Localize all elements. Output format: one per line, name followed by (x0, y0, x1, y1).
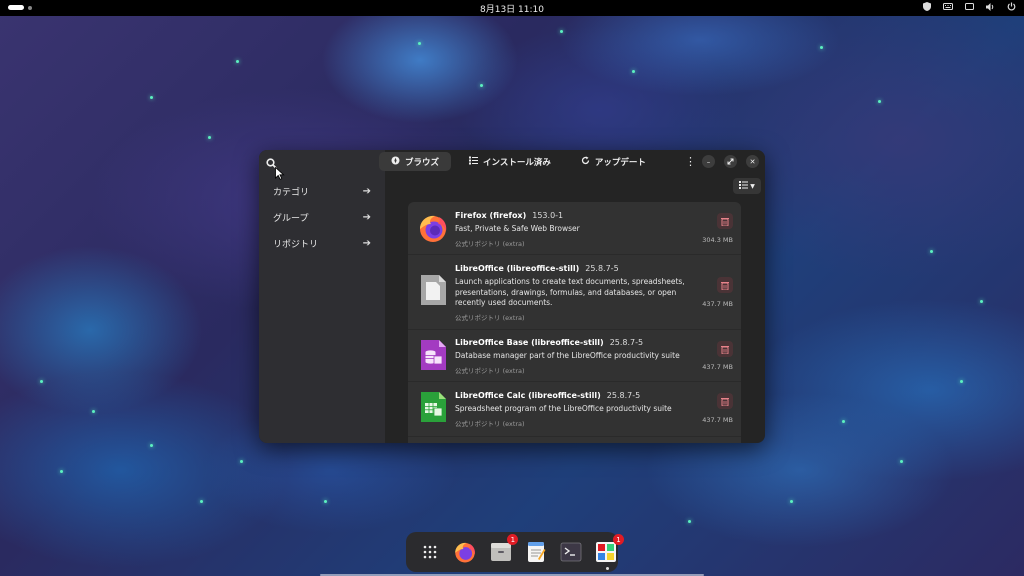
sidebar: カテゴリ ➔ グループ ➔ リポジトリ ➔ (259, 150, 385, 443)
window-controls: ⋮ – ✕ (685, 155, 759, 168)
app-repository: 公式リポジトリ (extra) (455, 313, 525, 322)
app-version: 25.8.7-5 (609, 338, 644, 347)
list-item[interactable]: LibreOffice Calc (libreoffice-still) 25.8… (408, 382, 741, 437)
maximize-icon[interactable] (724, 155, 737, 168)
dock: 1 1 (406, 532, 625, 572)
arrow-right-icon: ➔ (362, 185, 371, 197)
app-title: LibreOffice (libreoffice-still) 25.8.7-5 (455, 264, 695, 274)
app-info: LibreOffice Base (libreoffice-still) 25.8… (455, 338, 695, 375)
app-list: Firefox (firefox) 153.0-1 Fast, Private &… (408, 202, 741, 443)
chevron-down-icon: ▼ (750, 182, 755, 190)
file-manager-icon[interactable]: 1 (489, 534, 519, 564)
software-icon[interactable]: 1 (595, 534, 625, 570)
software-window: カテゴリ ➔ グループ ➔ リポジトリ ➔ ブラウズ インストール済み アップデ… (259, 150, 765, 443)
main-menu-icon[interactable]: ⋮ (685, 155, 696, 168)
app-size: 437.7 MB (702, 416, 733, 424)
terminal-icon[interactable] (560, 540, 583, 564)
app-version: 25.8.7-5 (606, 391, 641, 400)
remove-button[interactable] (717, 277, 733, 293)
list-item[interactable]: Firefox (firefox) 153.0-1 Fast, Private &… (408, 202, 741, 255)
tab-installed[interactable]: インストール済み (457, 152, 563, 171)
app-title: LibreOffice Calc (libreoffice-still) 25.8… (455, 391, 695, 401)
sidebar-item-label: カテゴリ (273, 187, 310, 198)
app-version: 153.0-1 (532, 211, 564, 220)
view-switcher: ブラウズ インストール済み アップデート (379, 152, 658, 171)
app-size: 304.3 MB (702, 236, 733, 244)
trash-icon (721, 397, 729, 406)
app-description: Database manager part of the LibreOffice… (455, 351, 680, 360)
list-icon (469, 156, 479, 167)
arrow-right-icon: ➔ (362, 211, 371, 223)
top-bar: 8月13日 11:10 (0, 0, 1024, 16)
volume-icon[interactable] (986, 2, 995, 14)
text-editor-icon[interactable] (524, 540, 547, 564)
tab-browse[interactable]: ブラウズ (379, 152, 452, 171)
list-item[interactable]: LibreOffice (libreoffice-still) 25.8.7-5 … (408, 255, 741, 330)
firefox-icon[interactable] (453, 540, 477, 564)
list-view-icon (739, 181, 749, 191)
tab-label: インストール済み (483, 157, 551, 168)
remove-button[interactable] (717, 213, 733, 229)
tab-label: アップデート (594, 157, 646, 168)
tab-updates[interactable]: アップデート (569, 152, 658, 171)
trash-icon (721, 345, 729, 354)
trash-icon (721, 281, 729, 290)
screen-icon[interactable] (965, 2, 974, 14)
keyboard-icon[interactable] (943, 3, 953, 13)
power-icon[interactable] (1007, 2, 1016, 14)
firefox-icon (417, 212, 449, 244)
sidebar-nav: カテゴリ ➔ グループ ➔ リポジトリ ➔ (259, 178, 385, 256)
sidebar-item-label: グループ (273, 213, 309, 224)
close-icon[interactable]: ✕ (746, 155, 759, 168)
notification-badge: 1 (507, 534, 519, 545)
header-bar: ブラウズ インストール済み アップデート ⋮ – ✕ (379, 150, 765, 174)
sidebar-item-repositories[interactable]: リポジトリ ➔ (259, 230, 385, 256)
app-description: Launch applications to create text docum… (455, 277, 685, 307)
app-description: Spreadsheet program of the LibreOffice p… (455, 404, 672, 413)
notification-badge: 1 (613, 534, 625, 545)
app-title: LibreOffice Base (libreoffice-still) 25.8… (455, 338, 695, 348)
refresh-icon (581, 156, 590, 167)
remove-button[interactable] (717, 341, 733, 357)
sidebar-item-groups[interactable]: グループ ➔ (259, 204, 385, 230)
remove-button[interactable] (717, 393, 733, 409)
minimize-icon[interactable]: – (702, 155, 715, 168)
app-name: LibreOffice Calc (libreoffice-still) (455, 391, 601, 400)
libreoffice-base-icon (417, 339, 449, 371)
app-description: Fast, Private & Safe Web Browser (455, 224, 580, 233)
clock[interactable]: 8月13日 11:10 (0, 2, 1024, 15)
app-version: 25.8.7-5 (585, 264, 619, 273)
app-repository: 公式リポジトリ (extra) (455, 366, 525, 375)
app-info: LibreOffice (libreoffice-still) 25.8.7-5 … (455, 264, 695, 322)
app-name: LibreOffice (libreoffice-still) (455, 264, 580, 273)
tab-label: ブラウズ (405, 157, 440, 168)
trash-icon (721, 217, 729, 226)
app-repository: 公式リポジトリ (extra) (455, 239, 525, 248)
app-info: Firefox (firefox) 153.0-1 Fast, Private &… (455, 211, 695, 248)
privacy-icon[interactable] (923, 2, 931, 14)
libreoffice-calc-icon (417, 391, 449, 423)
sidebar-item-label: リポジトリ (273, 239, 319, 250)
compass-icon (391, 156, 400, 167)
app-name: LibreOffice Base (libreoffice-still) (455, 338, 604, 347)
app-grid-icon[interactable] (418, 540, 441, 564)
app-repository: 公式リポジトリ (extra) (455, 419, 525, 428)
libreoffice-icon (417, 274, 449, 306)
app-info: LibreOffice Calc (libreoffice-still) 25.8… (455, 391, 695, 428)
list-item[interactable]: LibreOffice Base (libreoffice-still) 25.8… (408, 330, 741, 382)
mouse-cursor-icon (275, 165, 285, 184)
app-size: 437.7 MB (702, 363, 733, 371)
app-title: Firefox (firefox) 153.0-1 (455, 211, 695, 221)
arrow-right-icon: ➔ (362, 237, 371, 249)
running-indicator (605, 567, 609, 570)
view-mode-button[interactable]: ▼ (733, 178, 761, 194)
app-name: Firefox (firefox) (455, 211, 527, 220)
system-tray[interactable] (923, 2, 1016, 14)
app-size: 437.7 MB (702, 300, 733, 308)
